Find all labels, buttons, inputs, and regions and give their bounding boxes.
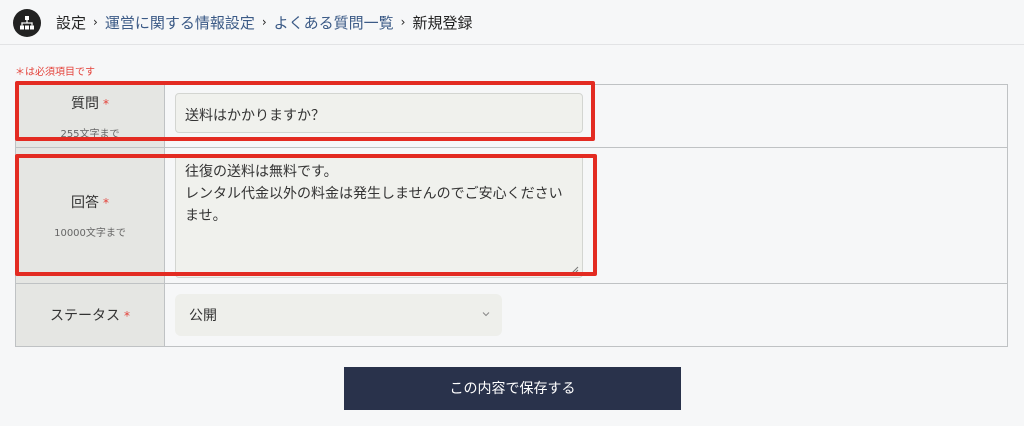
required-mark: * <box>124 309 130 323</box>
status-label-cell: ステータス * <box>16 284 165 346</box>
page-header: 設定 › 運営に関する情報設定 › よくある質問一覧 › 新規登録 <box>0 0 1024 45</box>
save-button[interactable]: この内容で保存する <box>344 367 681 410</box>
answer-highlight-box <box>15 154 597 276</box>
status-select[interactable]: 公開 <box>175 294 502 336</box>
chevron-down-icon <box>482 312 490 317</box>
sitemap-icon[interactable] <box>13 9 41 37</box>
breadcrumb-item-new: 新規登録 <box>412 13 473 32</box>
breadcrumb-item-faq-list[interactable]: よくある質問一覧 <box>274 12 394 33</box>
breadcrumb-item-operations[interactable]: 運営に関する情報設定 <box>105 12 255 33</box>
breadcrumb-item-settings[interactable]: 設定 <box>56 12 86 33</box>
status-row: ステータス * 公開 <box>16 283 1007 346</box>
required-note: ＊は必須項目です <box>15 67 95 78</box>
chevron-right-icon: › <box>400 15 406 29</box>
status-selected-value: 公開 <box>189 308 217 324</box>
status-label-text: ステータス <box>50 308 120 324</box>
breadcrumb: 設定 › 運営に関する情報設定 › よくある質問一覧 › 新規登録 <box>56 12 473 32</box>
chevron-right-icon: › <box>93 15 98 29</box>
status-label: ステータス * <box>50 305 130 325</box>
question-highlight-box <box>15 81 595 141</box>
chevron-right-icon: › <box>261 15 267 29</box>
